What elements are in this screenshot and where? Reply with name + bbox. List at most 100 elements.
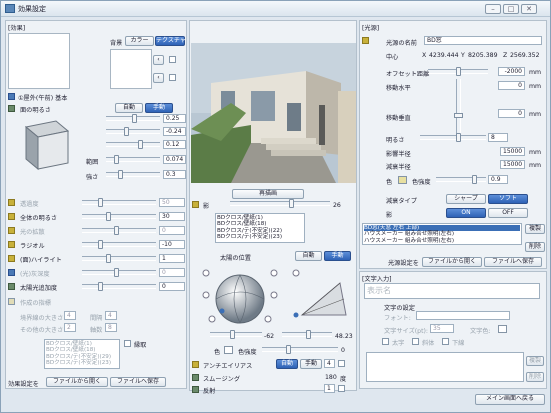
back-to-main-button[interactable]: メイン画面へ戻る [475, 394, 545, 405]
edge-checkbox[interactable] [124, 340, 131, 347]
text-delete-button[interactable]: 削除 [526, 372, 544, 382]
cube-value-4[interactable]: 0.074 [163, 155, 186, 164]
antialias-spin[interactable] [338, 360, 345, 367]
antialias-value[interactable]: 4 [324, 359, 335, 368]
shadow-on-button[interactable]: ON [446, 208, 486, 218]
effect-row-value[interactable]: 0 [159, 282, 185, 291]
effect-row-slider[interactable] [98, 198, 103, 207]
maximize-button[interactable]: □ [503, 4, 519, 14]
effect-load-button[interactable]: ファイルから開く [46, 377, 108, 387]
text-list[interactable] [366, 352, 524, 382]
sun-angle-control[interactable] [290, 269, 350, 319]
text-copy-button[interactable]: 複製 [526, 356, 544, 366]
effect-row-slider[interactable] [106, 254, 111, 263]
material-list[interactable]: BDクロス/壁紙(1) BDクロス/壁紙(18) BDクロス/テ(不安定)(22) B… [215, 213, 305, 243]
bg-prev-button[interactable]: ‹ [153, 55, 164, 65]
fade-value[interactable]: 15000 [500, 160, 525, 169]
minimize-button[interactable]: – [485, 4, 501, 14]
light-list[interactable]: BD窓(天窓 左右 上部) ハウスメーカー 組み合せ照明(左右) ハウスメーカー 組… [362, 223, 522, 245]
effect-row-value[interactable]: 30 [159, 212, 185, 221]
sun-auto-button[interactable]: 自動 [295, 251, 322, 261]
move-v-value[interactable]: 0 [498, 109, 525, 118]
y-value[interactable]: 8205.389 [468, 52, 498, 59]
cube-slider-5[interactable] [118, 170, 123, 179]
light-copy-button[interactable]: 複製 [525, 224, 545, 234]
text-color-swatch[interactable] [498, 325, 507, 333]
preset-dropdown-icon[interactable] [8, 93, 15, 100]
font-size-field[interactable]: 35 [430, 324, 454, 333]
effect-row-value[interactable]: 0 [159, 268, 185, 277]
text-input[interactable]: 表示名 [364, 283, 540, 299]
light-delete-button[interactable]: 削除 [525, 242, 545, 252]
close-button[interactable]: ✕ [521, 4, 537, 14]
list-item[interactable]: ハウスメーカー 組み合せ照明(左右) [364, 238, 520, 244]
offset-slider[interactable] [456, 67, 461, 76]
redraw-button[interactable]: 再描画 [232, 189, 304, 199]
cube-value-3[interactable]: 0.12 [163, 140, 186, 149]
font-select[interactable] [416, 311, 510, 320]
effect-row-value[interactable]: 1 [159, 254, 185, 263]
italic-checkbox[interactable] [412, 338, 419, 345]
shadow-off-button[interactable]: OFF [488, 208, 528, 218]
list-item[interactable]: BDクロス/テ(不安定)(23) [217, 234, 303, 240]
cube-slider-3[interactable] [138, 140, 143, 149]
texture-list[interactable]: BDクロス/壁紙(1) BDクロス/壁紙(18) BDクロス/テ(不安定)(29) B… [44, 339, 120, 369]
move-h-value[interactable]: 0 [498, 81, 525, 90]
antialias-manual-button[interactable]: 手動 [300, 359, 322, 369]
light-color-swatch[interactable] [398, 176, 407, 184]
boundary-size-value[interactable]: 4 [64, 311, 76, 320]
z-value[interactable]: 2569.352 [510, 52, 540, 59]
cube-slider-2[interactable] [124, 127, 129, 136]
effect-row-slider[interactable] [114, 268, 119, 277]
count-value[interactable]: 8 [105, 323, 117, 332]
sun-manual-button[interactable]: 手動 [324, 251, 351, 261]
move-v-slider[interactable] [454, 113, 463, 118]
effect-row-slider[interactable] [106, 212, 111, 221]
reflection-spin[interactable] [338, 385, 345, 392]
cube-value-1[interactable]: 0.25 [163, 114, 186, 123]
effect-row-value[interactable]: 0 [159, 226, 185, 235]
sun-color-swatch[interactable] [224, 346, 233, 354]
bg-check-2[interactable] [169, 74, 176, 81]
sun-strength-slider[interactable] [286, 345, 291, 354]
light-strength-slider[interactable] [472, 175, 477, 184]
x-value[interactable]: 4239.444 [429, 52, 459, 59]
effect-row-value[interactable]: -10 [159, 240, 185, 249]
other-size-value[interactable]: 2 [64, 323, 76, 332]
cube-value-5[interactable]: 0.3 [163, 170, 186, 179]
light-save-button[interactable]: ファイルへ保存 [484, 257, 542, 267]
bg-prev-button-2[interactable]: ‹ [153, 73, 164, 83]
bg-check-1[interactable] [169, 56, 176, 63]
reflection-value[interactable]: 1 [324, 384, 335, 393]
radius-value[interactable]: 15000 [500, 147, 525, 156]
decay-soft-button[interactable]: ソフト [488, 194, 528, 204]
bold-checkbox[interactable] [382, 338, 389, 345]
cube-slider-4[interactable] [114, 155, 119, 164]
antialias-auto-button[interactable]: 自動 [276, 359, 298, 369]
light-strength-value[interactable]: 0.9 [488, 175, 508, 184]
brightness-value[interactable]: 8 [488, 133, 508, 142]
effect-row-slider[interactable] [114, 226, 119, 235]
interval-value[interactable]: 4 [105, 311, 117, 320]
shadow-slider[interactable] [289, 199, 294, 208]
sun-globe-control[interactable] [200, 265, 280, 327]
ambient-manual-button[interactable]: 手動 [145, 103, 173, 113]
offset-value[interactable]: -2000 [498, 67, 525, 76]
sun-slider-2[interactable] [306, 330, 311, 339]
cube-value-2[interactable]: -0.24 [163, 127, 186, 136]
decay-sharp-button[interactable]: シャープ [446, 194, 486, 204]
cube-slider-1[interactable] [132, 114, 137, 123]
light-load-button[interactable]: ファイルから開く [422, 257, 482, 267]
underline-checkbox[interactable] [442, 338, 449, 345]
bg-texture-tab[interactable]: テクスチャ [155, 36, 186, 46]
sun-slider-1[interactable] [230, 330, 235, 339]
effect-save-button[interactable]: ファイルへ保存 [110, 377, 166, 387]
light-name-field[interactable]: BD窓 [424, 36, 542, 45]
ambient-auto-button[interactable]: 自動 [115, 103, 143, 113]
effect-row-slider[interactable] [98, 282, 103, 291]
effect-row-value[interactable]: 50 [159, 198, 185, 207]
brightness-slider[interactable] [456, 133, 461, 142]
list-item[interactable]: BDクロス/テ(不安定)(23) [46, 360, 118, 366]
bg-color-tab[interactable]: カラー [125, 36, 154, 46]
effect-row-slider[interactable] [98, 240, 103, 249]
